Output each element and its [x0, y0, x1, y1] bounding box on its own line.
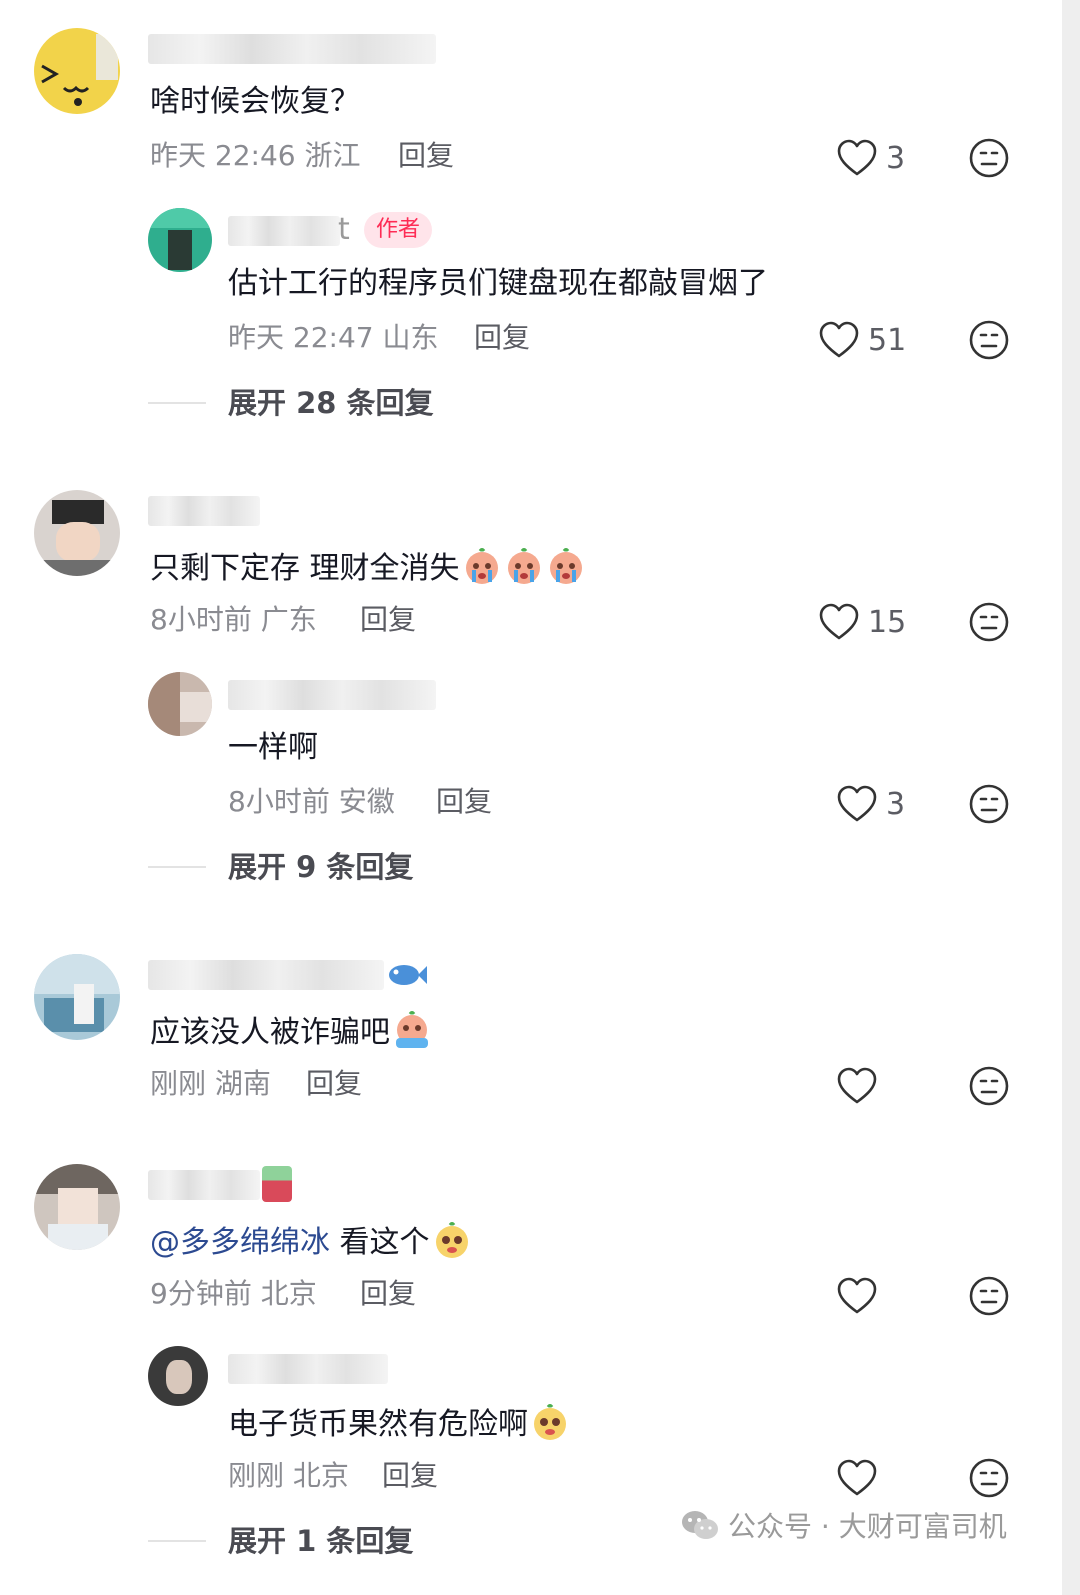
- like-button[interactable]: 15: [818, 600, 906, 644]
- avatar[interactable]: [34, 954, 120, 1040]
- neutral-face-icon: [969, 320, 1009, 360]
- reply-button[interactable]: 回复: [398, 138, 454, 174]
- avatar[interactable]: [34, 28, 120, 114]
- like-count: 15: [868, 604, 907, 640]
- cat-face-icon: [41, 34, 118, 106]
- username-blurred[interactable]: [148, 960, 384, 990]
- comment-text: 啥时候会恢复？: [150, 84, 360, 119]
- avatar[interactable]: [34, 490, 120, 576]
- author-badge: 作者: [364, 212, 433, 248]
- like-button[interactable]: [836, 1456, 886, 1500]
- comment-text: 只剩下定存 理财全消失: [150, 546, 586, 589]
- mention-link[interactable]: @多多绵绵冰: [150, 1225, 330, 1260]
- reply-text: 电子货币果然有危险啊: [228, 1402, 570, 1445]
- like-count: 3: [886, 786, 906, 822]
- heart-icon: [837, 785, 877, 822]
- dislike-button[interactable]: [968, 601, 1010, 643]
- like-count: 51: [868, 322, 907, 358]
- neutral-face-icon: [969, 602, 1009, 642]
- reply-button[interactable]: 回复: [436, 784, 492, 820]
- heart-icon: [837, 139, 877, 176]
- avatar[interactable]: [34, 1164, 120, 1250]
- reply-button[interactable]: 回复: [474, 320, 530, 356]
- username-blurred[interactable]: [148, 34, 436, 64]
- crying-emoji-icon: [549, 548, 582, 584]
- neutral-face-icon: [969, 138, 1009, 178]
- reply-button[interactable]: 回复: [382, 1458, 438, 1494]
- expand-replies-button[interactable]: 展开 9 条回复: [228, 848, 413, 886]
- like-button[interactable]: 3: [836, 136, 905, 180]
- username-blurred[interactable]: [148, 1170, 260, 1200]
- heart-icon: [837, 1277, 877, 1314]
- reply-button[interactable]: 回复: [360, 1276, 416, 1312]
- watermark-text: 公众号 · 大财可富司机: [728, 1510, 1007, 1543]
- heart-icon: [837, 1067, 877, 1104]
- neutral-face-icon: [969, 1458, 1009, 1498]
- reply-avatar[interactable]: [148, 208, 212, 272]
- username-blurred[interactable]: [148, 496, 260, 526]
- expand-divider: [148, 1540, 206, 1542]
- reply-avatar[interactable]: [148, 672, 212, 736]
- reply-button[interactable]: 回复: [360, 602, 416, 638]
- reply-username-blurred[interactable]: [228, 1354, 388, 1384]
- crying-emoji-icon: [396, 1011, 428, 1048]
- comment-meta: 8小时前 广东: [150, 603, 317, 636]
- badge-icon: [262, 1166, 292, 1202]
- crying-emoji-icon: [507, 548, 540, 584]
- heart-icon: [819, 321, 859, 358]
- like-button[interactable]: [836, 1064, 886, 1108]
- grinning-emoji-icon: [435, 1222, 468, 1258]
- scrollbar-track: [1062, 0, 1080, 1595]
- like-count: 3: [886, 140, 906, 176]
- comment-text: 应该没人被诈骗吧: [150, 1010, 432, 1053]
- like-button[interactable]: [836, 1274, 886, 1318]
- expand-divider: [148, 866, 206, 868]
- dislike-button[interactable]: [968, 783, 1010, 825]
- dislike-button[interactable]: [968, 137, 1010, 179]
- reply-username-blurred[interactable]: [228, 216, 340, 246]
- grinning-emoji-icon: [534, 1404, 566, 1440]
- reply-username-tail: t: [338, 212, 350, 247]
- expand-replies-button[interactable]: 展开 28 条回复: [228, 384, 434, 422]
- expand-replies-button[interactable]: 展开 1 条回复: [228, 1522, 413, 1560]
- dislike-button[interactable]: [968, 319, 1010, 361]
- reply-meta: 刚刚 北京: [228, 1459, 349, 1492]
- watermark: 公众号 · 大财可富司机: [680, 1505, 1007, 1545]
- comment-text: @多多绵绵冰 看这个: [150, 1220, 472, 1263]
- reply-meta: 昨天 22:47 山东: [228, 321, 439, 354]
- reply-text: 估计工行的程序员们键盘现在都敲冒烟了: [228, 266, 768, 301]
- expand-divider: [148, 402, 206, 404]
- reply-meta: 8小时前 安徽: [228, 785, 395, 818]
- crying-emoji-icon: [465, 548, 498, 584]
- like-button[interactable]: 3: [836, 782, 905, 826]
- reply-username-blurred[interactable]: [228, 680, 436, 710]
- dislike-button[interactable]: [968, 1457, 1010, 1499]
- neutral-face-icon: [969, 784, 1009, 824]
- comment-meta: 刚刚 湖南: [150, 1067, 271, 1100]
- dislike-button[interactable]: [968, 1275, 1010, 1317]
- neutral-face-icon: [969, 1066, 1009, 1106]
- heart-icon: [837, 1459, 877, 1496]
- wechat-icon: [682, 1511, 718, 1539]
- comment-meta: 9分钟前 北京: [150, 1277, 317, 1310]
- dislike-button[interactable]: [968, 1065, 1010, 1107]
- fish-icon: [389, 965, 427, 985]
- like-button[interactable]: 51: [818, 318, 906, 362]
- neutral-face-icon: [969, 1276, 1009, 1316]
- reply-avatar[interactable]: [148, 1346, 208, 1406]
- reply-button[interactable]: 回复: [306, 1066, 362, 1102]
- heart-icon: [819, 603, 859, 640]
- reply-text: 一样啊: [228, 730, 318, 765]
- comment-meta: 昨天 22:46 浙江: [150, 139, 361, 172]
